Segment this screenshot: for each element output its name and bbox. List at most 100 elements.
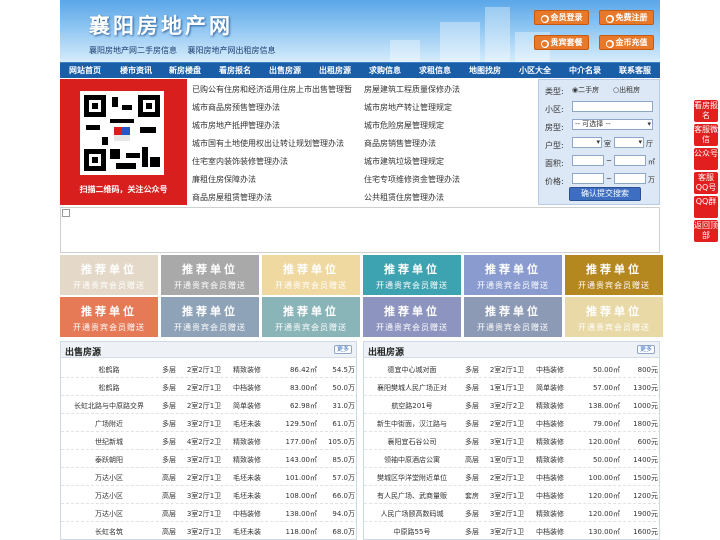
promo-tile[interactable]: 推荐单位 开通贵宾会员赠送 <box>262 297 360 337</box>
register-button[interactable]: ● 免费注册 <box>599 10 654 25</box>
nav-viewing-signup[interactable]: 看房报名 <box>219 63 251 79</box>
listing-location[interactable]: 人民广场颐高数码城 <box>366 509 458 519</box>
area-min-input[interactable] <box>572 155 604 166</box>
listing-location[interactable]: 世纪新城 <box>63 437 155 447</box>
policy-link[interactable]: 城市危险房屋管理规定 <box>364 120 444 131</box>
listing-location[interactable]: 航空路201号 <box>366 401 458 411</box>
nav-new-homes[interactable]: 新房楼盘 <box>169 63 201 79</box>
listing-location[interactable]: 中原路55号 <box>366 527 458 537</box>
listing-location[interactable]: 松鹤路 <box>63 383 155 393</box>
policy-link[interactable]: 城市房地产抵押管理办法 <box>192 120 280 131</box>
sub-link-sale[interactable]: 襄阳房地产网二手房信息 <box>89 46 177 55</box>
radio-rent[interactable]: ○出租房 <box>613 85 640 95</box>
listing-location[interactable]: 领袖中原酒店公寓 <box>366 455 458 465</box>
listing-location[interactable]: 万达小区 <box>63 509 155 519</box>
float-qq-service[interactable]: 客服QQ号 <box>694 172 718 194</box>
listing-location[interactable]: 松鹤路 <box>63 365 155 375</box>
policy-link[interactable]: 房屋建筑工程质量保修办法 <box>364 84 460 95</box>
policy-link[interactable]: 住宅室内装饰装修管理办法 <box>192 156 288 167</box>
listing-row[interactable]: 有人民广场、武商量贩 套房 3室2厅1卫 中档装修 120.00㎡ 1200元 <box>364 486 659 504</box>
banner-placeholder[interactable] <box>60 207 660 253</box>
listing-row[interactable]: 万达小区 高层 3室2厅1卫 中档装修 138.00㎡ 94.0万 <box>61 504 356 522</box>
hall-select[interactable]: ▾ <box>614 137 644 148</box>
promo-tile[interactable]: 推荐单位 开通贵宾会员赠送 <box>60 255 158 295</box>
nav-sale[interactable]: 出售房源 <box>269 63 301 79</box>
listing-row[interactable]: 广场附近 多层 3室2厅1卫 毛坯未装 129.50㎡ 61.0万 <box>61 414 356 432</box>
policy-link[interactable]: 城市商品房预售管理办法 <box>192 102 280 113</box>
recharge-button[interactable]: ● 金币充值 <box>599 35 654 50</box>
listing-row[interactable]: 中原路55号 多层 3室2厅1卫 中档装修 130.00㎡ 1600元 <box>364 522 659 539</box>
nav-map[interactable]: 地图找房 <box>469 63 501 79</box>
listing-location[interactable]: 万达小区 <box>63 473 155 483</box>
listing-row[interactable]: 航空路201号 多层 3室2厅2卫 精致装修 138.00㎡ 1000元 <box>364 396 659 414</box>
policy-link[interactable]: 廉租住房保障办法 <box>192 174 256 185</box>
nav-home[interactable]: 网站首页 <box>69 63 101 79</box>
vip-package-button[interactable]: ● 贵宾套餐 <box>534 35 589 50</box>
rent-more-button[interactable]: 更多 <box>637 345 655 354</box>
listing-row[interactable]: 襄阳宜石谷公司 多层 3室1厅1卫 精致装修 120.00㎡ 600元 <box>364 432 659 450</box>
site-logo[interactable]: 襄阳房地产网 <box>89 10 233 40</box>
room-select[interactable]: ▾ <box>572 137 602 148</box>
nav-contact[interactable]: 联系客服 <box>619 63 651 79</box>
listing-row[interactable]: 长虹名筑 高层 3室2厅1卫 毛坯未装 118.00㎡ 68.0万 <box>61 522 356 539</box>
listing-row[interactable]: 万达小区 高层 3室2厅1卫 毛坯未装 108.00㎡ 66.0万 <box>61 486 356 504</box>
listing-location[interactable]: 广场附近 <box>63 419 155 429</box>
promo-tile[interactable]: 推荐单位 开通贵宾会员赠送 <box>262 255 360 295</box>
listing-row[interactable]: 德宜中心城对面 多层 2室2厅1卫 中档装修 50.00㎡ 800元 <box>364 360 659 378</box>
listing-location[interactable]: 泰跃朝阳 <box>63 455 155 465</box>
sub-link-rent[interactable]: 襄阳房地产网出租房信息 <box>188 46 276 55</box>
promo-tile[interactable]: 推荐单位 开通贵宾会员赠送 <box>161 297 259 337</box>
float-back-to-top[interactable]: 返回顶部 <box>694 220 718 242</box>
listing-location[interactable]: 长虹名筑 <box>63 527 155 537</box>
promo-tile[interactable]: 推荐单位 开通贵宾会员赠送 <box>363 255 461 295</box>
float-official-account[interactable]: 公众号 <box>694 148 718 170</box>
listing-row[interactable]: 长虹北路与中原路交界 多层 2室2厅1卫 简单装修 62.98㎡ 31.0万 <box>61 396 356 414</box>
listing-location[interactable]: 襄阳宜石谷公司 <box>366 437 458 447</box>
listing-row[interactable]: 泰跃朝阳 多层 3室2厅1卫 精致装修 143.00㎡ 85.0万 <box>61 450 356 468</box>
promo-tile[interactable]: 推荐单位 开通贵宾会员赠送 <box>565 297 663 337</box>
listing-location[interactable]: 万达小区 <box>63 491 155 501</box>
listing-location[interactable]: 德宜中心城对面 <box>366 365 458 375</box>
area-max-input[interactable] <box>614 155 646 166</box>
login-button[interactable]: ● 会员登录 <box>534 10 589 25</box>
promo-tile[interactable]: 推荐单位 开通贵宾会员赠送 <box>464 297 562 337</box>
community-input[interactable] <box>572 101 653 112</box>
promo-tile[interactable]: 推荐单位 开通贵宾会员赠送 <box>161 255 259 295</box>
float-wechat-service[interactable]: 客服微信 <box>694 124 718 146</box>
float-qq-group[interactable]: QQ群 <box>694 196 718 218</box>
listing-row[interactable]: 松鹤路 多层 2室2厅1卫 精致装修 86.42㎡ 54.5万 <box>61 360 356 378</box>
promo-tile[interactable]: 推荐单位 开通贵宾会员赠送 <box>60 297 158 337</box>
nav-agencies[interactable]: 中介名录 <box>569 63 601 79</box>
policy-link[interactable]: 城市国有土地使用权出让转让规划管理办法 <box>192 138 344 149</box>
promo-tile[interactable]: 推荐单位 开通贵宾会员赠送 <box>363 297 461 337</box>
listing-row[interactable]: 襄阳樊城人民广场正对 多层 1室1厅1卫 简单装修 57.00㎡ 1300元 <box>364 378 659 396</box>
listing-location[interactable]: 樊城区华洋堂附近单位 <box>366 473 458 483</box>
policy-link[interactable]: 商品房屋租赁管理办法 <box>192 192 272 203</box>
policy-link[interactable]: 已购公有住房和经济适用住房上市出售管理暂 <box>192 84 352 95</box>
listing-row[interactable]: 万达小区 高层 2室2厅1卫 毛坯未装 101.00㎡ 57.0万 <box>61 468 356 486</box>
listing-row[interactable]: 人民广场颐高数码城 多层 3室2厅1卫 精致装修 120.00㎡ 1900元 <box>364 504 659 522</box>
listing-row[interactable]: 领袖中原酒店公寓 高层 1室0厅1卫 精致装修 50.00㎡ 1400元 <box>364 450 659 468</box>
float-viewing-signup[interactable]: 看房报名 <box>694 100 718 122</box>
style-select[interactable]: -- 可选择 -- ▾ <box>572 119 653 130</box>
price-max-input[interactable] <box>614 173 646 184</box>
nav-communities[interactable]: 小区大全 <box>519 63 551 79</box>
sale-more-button[interactable]: 更多 <box>334 345 352 354</box>
policy-link[interactable]: 公共租赁住房管理办法 <box>364 192 444 203</box>
policy-link[interactable]: 商品房销售管理办法 <box>364 138 436 149</box>
listing-row[interactable]: 世纪新城 多层 4室2厅2卫 精致装修 177.00㎡ 105.0万 <box>61 432 356 450</box>
listing-location[interactable]: 有人民广场、武商量贩 <box>366 491 458 501</box>
nav-news[interactable]: 楼市资讯 <box>120 63 152 79</box>
price-min-input[interactable] <box>572 173 604 184</box>
policy-link[interactable]: 住宅专项维修资金管理办法 <box>364 174 460 185</box>
policy-link[interactable]: 城市建筑垃圾管理规定 <box>364 156 444 167</box>
listing-location[interactable]: 新生中街面，汉江路与 <box>366 419 458 429</box>
listing-row[interactable]: 樊城区华洋堂附近单位 多层 2室2厅1卫 中档装修 100.00㎡ 1500元 <box>364 468 659 486</box>
policy-link[interactable]: 城市房地产转让管理规定 <box>364 102 452 113</box>
search-submit-button[interactable]: 确认提交搜索 <box>569 187 641 201</box>
nav-buy-wanted[interactable]: 求购信息 <box>369 63 401 79</box>
nav-rent-wanted[interactable]: 求租信息 <box>419 63 451 79</box>
nav-rent[interactable]: 出租房源 <box>319 63 351 79</box>
listing-location[interactable]: 襄阳樊城人民广场正对 <box>366 383 458 393</box>
listing-row[interactable]: 松鹤路 多层 2室2厅1卫 中档装修 83.00㎡ 50.0万 <box>61 378 356 396</box>
